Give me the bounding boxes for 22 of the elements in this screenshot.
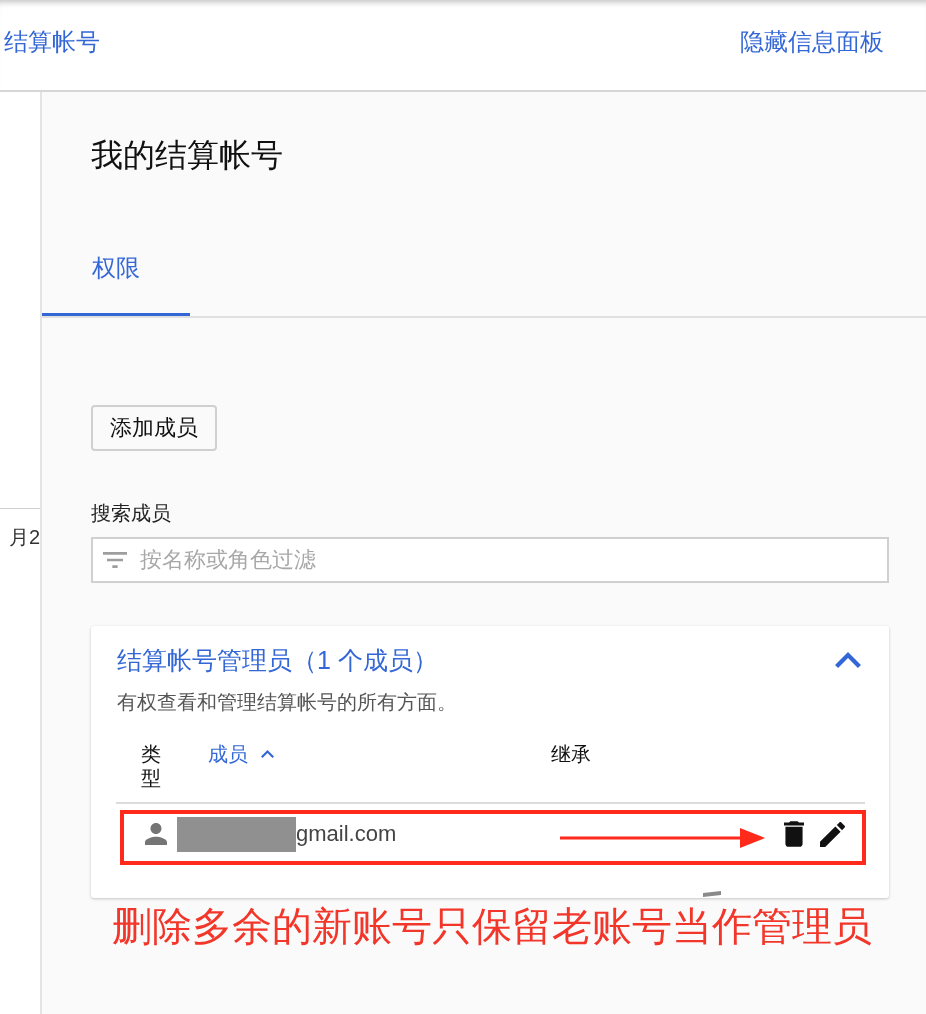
- column-header: 继承: [551, 742, 591, 766]
- hide-panel-link[interactable]: 隐藏信息面板: [740, 26, 884, 58]
- cut-off-text: 月2: [7, 525, 40, 550]
- tab[interactable]: 权限: [42, 222, 190, 316]
- filter-icon: [103, 552, 127, 568]
- top-bar-title: 结算帐号: [4, 27, 100, 57]
- pencil-icon[interactable]: [820, 821, 845, 847]
- search-label: 搜索成员: [91, 501, 172, 526]
- add-member-button[interactable]: 添加成员: [91, 405, 217, 451]
- trash-icon[interactable]: [784, 821, 804, 847]
- column-header: 类型: [141, 742, 161, 790]
- caret-up-icon: [261, 750, 274, 758]
- page-title: 我的结算帐号: [91, 136, 284, 175]
- search-field[interactable]: 按名称或角色过滤: [91, 537, 889, 583]
- chevron-icon[interactable]: [835, 652, 861, 668]
- member-email: gmail.com: [296, 820, 397, 848]
- person-icon: [145, 823, 167, 845]
- role-title: 结算帐号管理员（1 个成员）: [117, 645, 438, 676]
- stroke-mark-icon: [703, 891, 721, 897]
- column-header[interactable]: 成员: [208, 742, 274, 766]
- role-description: 有权查看和管理结算帐号的所有方面。: [117, 690, 458, 715]
- annotation-text: 删除多余的新账号只保留老账号当作管理员: [112, 903, 873, 949]
